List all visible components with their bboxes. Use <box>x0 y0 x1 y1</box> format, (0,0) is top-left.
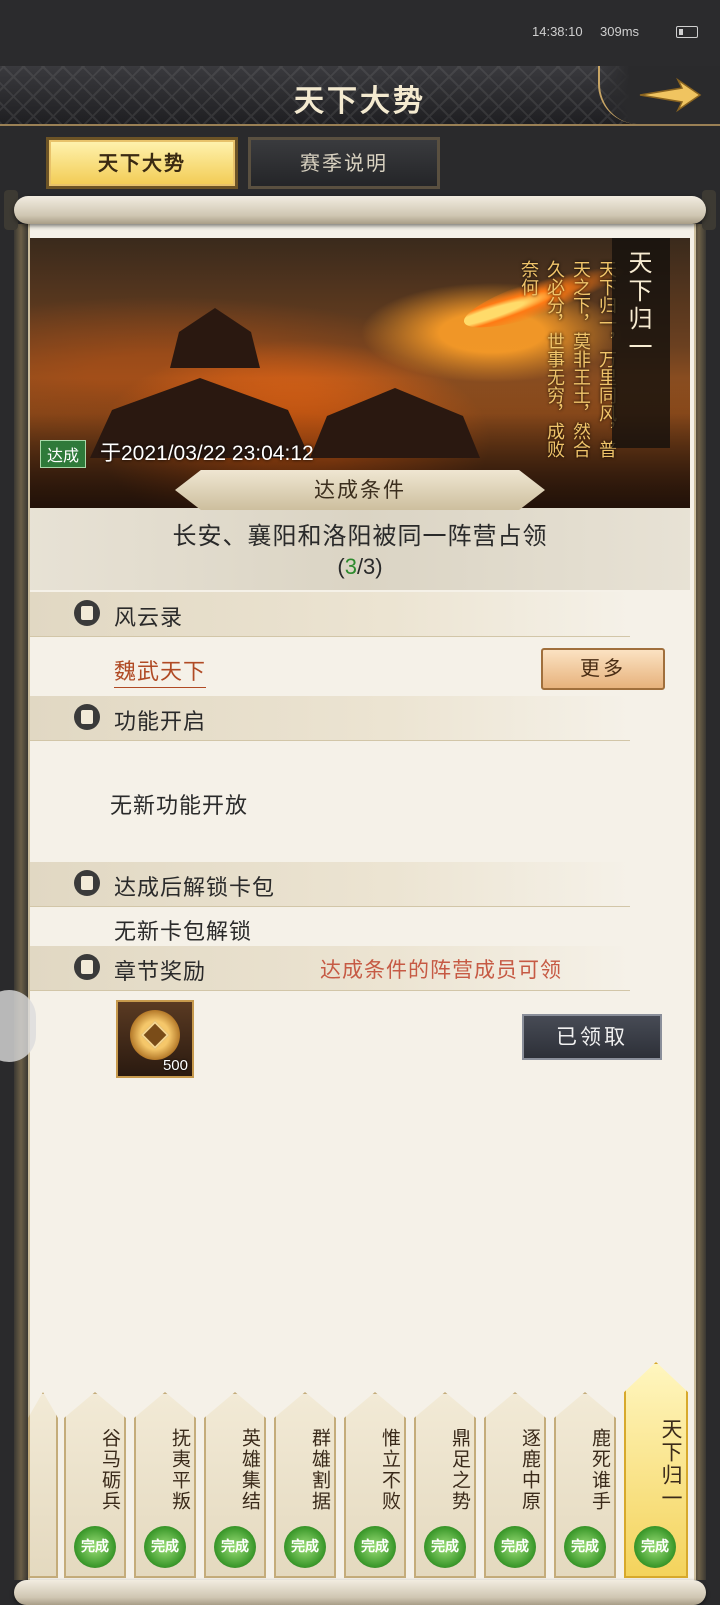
chapter-tab-name: 群雄割据 <box>309 1428 331 1512</box>
section-cardpack: 达成后解锁卡包 <box>30 862 630 907</box>
records-link[interactable]: 魏武天下 <box>114 654 207 688</box>
status-time: 14:38:10 <box>532 24 583 39</box>
battery-icon <box>676 26 698 38</box>
chapter-banner: 天下归一，万里同风，普天之下，莫非王土，然合久必分，世事无穷，成败奈何 天下归一 <box>30 238 690 508</box>
reward-item-coin[interactable]: 500 <box>116 1000 194 1078</box>
condition-text: 长安、襄阳和洛阳被同一阵营占领 <box>172 522 548 550</box>
chapter-tab-name: 抚夷平叛 <box>169 1428 191 1512</box>
condition-progress: (3/3) <box>30 554 690 580</box>
chapter-tab-1[interactable]: 谷马砺兵 完成 <box>64 1392 126 1578</box>
book-icon <box>74 600 100 626</box>
scroll-roller-bottom <box>14 1580 706 1605</box>
unlock-icon <box>74 704 100 730</box>
section-reward: 章节奖励 达成条件的阵营成员可领 <box>30 946 630 991</box>
reward-note: 达成条件的阵营成员可领 <box>320 958 562 982</box>
chapter-title: 天下归一 <box>624 250 652 362</box>
chapter-tab-name: 逐鹿中原 <box>519 1428 541 1512</box>
chapter-tab-9-active[interactable]: 天下归一 完成 <box>624 1362 688 1578</box>
progress-current: 3 <box>344 554 357 579</box>
section-reward-label: 章节奖励 <box>114 960 207 985</box>
complete-badge-icon: 完成 <box>424 1526 466 1568</box>
section-features: 功能开启 <box>30 696 630 741</box>
more-button[interactable]: 更多 <box>541 648 665 690</box>
achieved-time: 于2021/03/22 23:04:12 <box>100 442 314 465</box>
chapter-tab-name: 鹿死谁手 <box>589 1428 611 1512</box>
chapter-tab-partial[interactable] <box>28 1392 58 1578</box>
chapter-tab-4[interactable]: 群雄割据 完成 <box>274 1392 336 1578</box>
complete-badge-icon: 完成 <box>144 1526 186 1568</box>
network-latency: 309ms <box>600 24 640 39</box>
floating-assist-button[interactable] <box>0 990 36 1062</box>
arrow-right-icon <box>639 77 702 113</box>
tab-season-info[interactable]: 赛季说明 <box>248 137 440 189</box>
card-pack-icon <box>74 870 100 896</box>
chapter-tab-name: 惟立不败 <box>379 1428 401 1512</box>
complete-badge-icon: 完成 <box>494 1526 536 1568</box>
reward-icon <box>74 954 100 980</box>
complete-badge-icon: 完成 <box>74 1526 116 1568</box>
chapter-tab-6[interactable]: 鼎足之势 完成 <box>414 1392 476 1578</box>
chapter-tab-5[interactable]: 惟立不败 完成 <box>344 1392 406 1578</box>
claimed-button[interactable]: 已领取 <box>522 1014 662 1060</box>
coin-icon <box>130 1010 180 1060</box>
chapter-tab-name: 天下归一 <box>659 1418 683 1510</box>
palace-roof <box>170 308 260 368</box>
chapter-tab-2[interactable]: 抚夷平叛 完成 <box>134 1392 196 1578</box>
features-text: 无新功能开放 <box>110 794 249 819</box>
section-records: 风云录 <box>30 592 630 637</box>
complete-badge-icon: 完成 <box>284 1526 326 1568</box>
condition-title: 达成条件 <box>314 478 406 502</box>
chapter-tab-name: 鼎足之势 <box>449 1428 471 1512</box>
chapter-tab-name: 英雄集结 <box>239 1428 261 1512</box>
progress-open: ( <box>337 554 345 579</box>
tab-world-trend[interactable]: 天下大势 <box>46 137 238 189</box>
scroll-roller-top <box>14 196 706 224</box>
complete-badge-icon: 完成 <box>214 1526 256 1568</box>
chapter-tab-8[interactable]: 鹿死谁手 完成 <box>554 1392 616 1578</box>
section-features-label: 功能开启 <box>114 710 207 735</box>
cardpack-text: 无新卡包解锁 <box>114 920 253 945</box>
chapter-tab-name: 谷马砺兵 <box>99 1428 121 1512</box>
chapter-tab-3[interactable]: 英雄集结 完成 <box>204 1392 266 1578</box>
section-cardpack-label: 达成后解锁卡包 <box>114 876 276 901</box>
section-records-label: 风云录 <box>114 606 184 631</box>
achieved-badge: 达成 <box>40 440 87 468</box>
chapter-tab-7[interactable]: 逐鹿中原 完成 <box>484 1392 546 1578</box>
back-button[interactable] <box>598 66 720 124</box>
complete-badge-icon: 完成 <box>354 1526 396 1568</box>
chapter-poem: 天下归一，万里同风，普天之下，莫非王土，然合久必分，世事无穷，成败奈何 <box>518 260 617 458</box>
status-bar: 14:38:10 309ms <box>0 0 720 66</box>
progress-rest: /3) <box>356 554 383 579</box>
scroll-rail-left <box>14 224 28 1580</box>
reward-quantity: 500 <box>162 1057 188 1074</box>
complete-badge-icon: 完成 <box>634 1526 676 1568</box>
complete-badge-icon: 完成 <box>564 1526 606 1568</box>
